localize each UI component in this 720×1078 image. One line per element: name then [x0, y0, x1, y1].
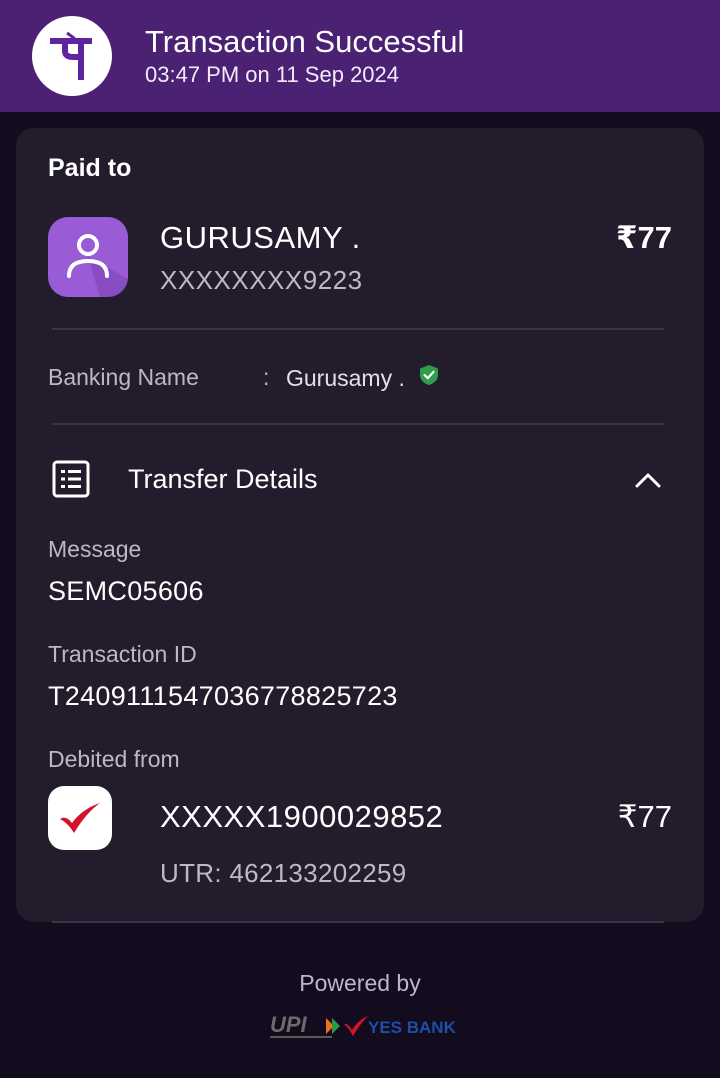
transfer-details-title[interactable]: Transfer Details	[128, 464, 318, 495]
divider	[52, 328, 664, 330]
transaction-card: Paid to GURUSAMY . XXXXXXXX9223 ₹77 Bank…	[16, 128, 704, 922]
payee-avatar[interactable]	[48, 217, 128, 297]
payee-account: XXXXXXXX9223	[160, 265, 363, 295]
banking-name-label: Banking Name	[48, 364, 199, 390]
utr-number[interactable]: UTR: 462133202259	[160, 858, 407, 889]
debited-account: XXXXX1900029852	[160, 799, 444, 834]
powered-by-label: Powered by	[299, 970, 421, 996]
receipt-list-icon	[52, 460, 90, 498]
upi-yes-bank-logos: UPI YES BANK	[270, 1012, 457, 1038]
chevron-up-icon[interactable]	[632, 464, 664, 496]
divider	[52, 921, 664, 923]
transaction-id-label: Transaction ID	[48, 641, 197, 667]
yes-bank-check-icon	[60, 803, 100, 833]
transaction-id-value[interactable]: T2409111547036778825723	[48, 681, 398, 712]
yes-bank-logo-text: YES BANK	[368, 1018, 457, 1037]
bank-logo	[48, 786, 112, 850]
transaction-header: Transaction Successful 03:47 PM on 11 Se…	[0, 0, 720, 112]
transaction-timestamp: 03:47 PM on 11 Sep 2024	[145, 62, 400, 87]
transaction-status-title: Transaction Successful	[145, 24, 465, 59]
paid-to-label: Paid to	[48, 154, 132, 182]
debited-from-label: Debited from	[48, 746, 180, 772]
banking-name-value: Gurusamy .	[286, 365, 405, 391]
message-value: SEMC05606	[48, 576, 204, 606]
paid-amount: ₹77	[615, 220, 672, 255]
banking-name-separator: :	[263, 364, 270, 390]
verified-shield-icon	[420, 365, 438, 385]
message-label: Message	[48, 536, 142, 562]
divider	[52, 423, 664, 425]
upi-logo-text: UPI	[270, 1012, 308, 1037]
person-icon	[67, 234, 128, 297]
payee-name: GURUSAMY .	[160, 220, 361, 255]
debited-amount: ₹77	[617, 799, 672, 834]
phonepe-logo	[32, 16, 112, 96]
phonepe-logo-glyph	[50, 31, 92, 80]
